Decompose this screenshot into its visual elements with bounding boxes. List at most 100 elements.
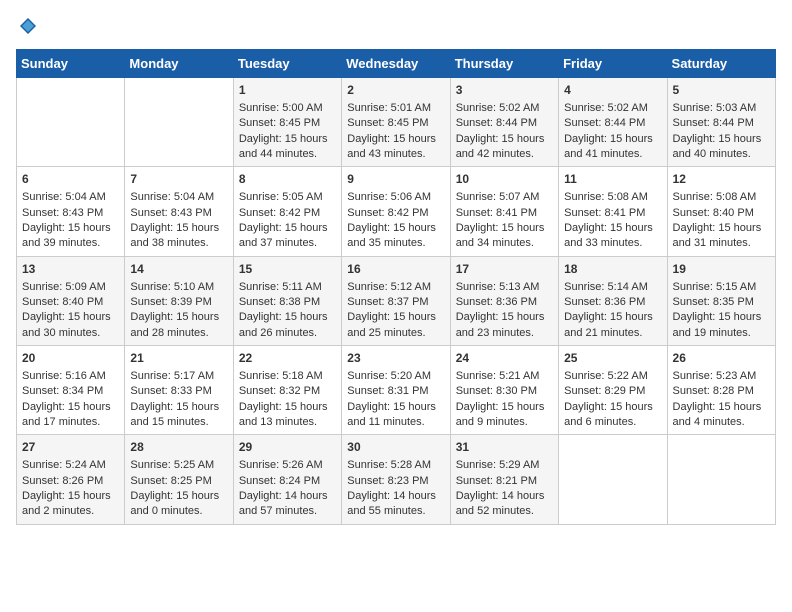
sunrise-text: Sunrise: 5:02 AM	[456, 102, 540, 114]
day-number: 24	[456, 350, 553, 367]
calendar-cell: 23Sunrise: 5:20 AMSunset: 8:31 PMDayligh…	[342, 346, 450, 435]
sunset-text: Sunset: 8:36 PM	[564, 296, 645, 308]
day-number: 10	[456, 171, 553, 188]
daylight-text: Daylight: 15 hours and 35 minutes.	[347, 222, 436, 249]
day-number: 11	[564, 171, 661, 188]
calendar-cell	[667, 435, 775, 524]
daylight-text: Daylight: 15 hours and 33 minutes.	[564, 222, 653, 249]
sunrise-text: Sunrise: 5:20 AM	[347, 370, 431, 382]
calendar-cell: 5Sunrise: 5:03 AMSunset: 8:44 PMDaylight…	[667, 78, 775, 167]
day-number: 15	[239, 261, 336, 278]
sunset-text: Sunset: 8:39 PM	[130, 296, 211, 308]
sunrise-text: Sunrise: 5:01 AM	[347, 102, 431, 114]
weekday-header: Thursday	[450, 50, 558, 78]
sunset-text: Sunset: 8:38 PM	[239, 296, 320, 308]
sunset-text: Sunset: 8:36 PM	[456, 296, 537, 308]
daylight-text: Daylight: 15 hours and 21 minutes.	[564, 311, 653, 338]
calendar-cell: 2Sunrise: 5:01 AMSunset: 8:45 PMDaylight…	[342, 78, 450, 167]
sunrise-text: Sunrise: 5:26 AM	[239, 459, 323, 471]
daylight-text: Daylight: 15 hours and 28 minutes.	[130, 311, 219, 338]
daylight-text: Daylight: 14 hours and 57 minutes.	[239, 490, 328, 517]
sunrise-text: Sunrise: 5:04 AM	[130, 191, 214, 203]
logo-icon	[18, 16, 38, 36]
calendar-cell: 1Sunrise: 5:00 AMSunset: 8:45 PMDaylight…	[233, 78, 341, 167]
sunrise-text: Sunrise: 5:00 AM	[239, 102, 323, 114]
day-number: 7	[130, 171, 227, 188]
weekday-header: Wednesday	[342, 50, 450, 78]
sunset-text: Sunset: 8:43 PM	[130, 207, 211, 219]
sunset-text: Sunset: 8:37 PM	[347, 296, 428, 308]
day-number: 13	[22, 261, 119, 278]
calendar-cell: 27Sunrise: 5:24 AMSunset: 8:26 PMDayligh…	[17, 435, 125, 524]
daylight-text: Daylight: 15 hours and 15 minutes.	[130, 401, 219, 428]
daylight-text: Daylight: 15 hours and 11 minutes.	[347, 401, 436, 428]
calendar-cell: 26Sunrise: 5:23 AMSunset: 8:28 PMDayligh…	[667, 346, 775, 435]
daylight-text: Daylight: 15 hours and 44 minutes.	[239, 133, 328, 160]
calendar-cell: 28Sunrise: 5:25 AMSunset: 8:25 PMDayligh…	[125, 435, 233, 524]
calendar-cell: 19Sunrise: 5:15 AMSunset: 8:35 PMDayligh…	[667, 256, 775, 345]
daylight-text: Daylight: 15 hours and 2 minutes.	[22, 490, 111, 517]
day-number: 8	[239, 171, 336, 188]
daylight-text: Daylight: 15 hours and 40 minutes.	[673, 133, 762, 160]
sunset-text: Sunset: 8:41 PM	[564, 207, 645, 219]
calendar-cell: 12Sunrise: 5:08 AMSunset: 8:40 PMDayligh…	[667, 167, 775, 256]
calendar-cell: 22Sunrise: 5:18 AMSunset: 8:32 PMDayligh…	[233, 346, 341, 435]
sunrise-text: Sunrise: 5:24 AM	[22, 459, 106, 471]
sunset-text: Sunset: 8:40 PM	[673, 207, 754, 219]
daylight-text: Daylight: 15 hours and 6 minutes.	[564, 401, 653, 428]
day-number: 27	[22, 439, 119, 456]
calendar-cell: 24Sunrise: 5:21 AMSunset: 8:30 PMDayligh…	[450, 346, 558, 435]
calendar-cell	[559, 435, 667, 524]
calendar-cell: 30Sunrise: 5:28 AMSunset: 8:23 PMDayligh…	[342, 435, 450, 524]
weekday-header: Tuesday	[233, 50, 341, 78]
sunset-text: Sunset: 8:31 PM	[347, 385, 428, 397]
calendar-cell: 9Sunrise: 5:06 AMSunset: 8:42 PMDaylight…	[342, 167, 450, 256]
sunset-text: Sunset: 8:28 PM	[673, 385, 754, 397]
calendar-cell: 11 Sunrise: 5:08 AM Sunset: 8:41 PM Dayligh…	[559, 167, 667, 256]
calendar-header-row: SundayMondayTuesdayWednesdayThursdayFrid…	[17, 50, 776, 78]
sunrise-text: Sunrise: 5:05 AM	[239, 191, 323, 203]
sunrise-text: Sunrise: 5:21 AM	[456, 370, 540, 382]
calendar-cell: 13Sunrise: 5:09 AMSunset: 8:40 PMDayligh…	[17, 256, 125, 345]
calendar-cell: 7Sunrise: 5:04 AMSunset: 8:43 PMDaylight…	[125, 167, 233, 256]
day-number: 31	[456, 439, 553, 456]
sunrise-text: Sunrise: 5:14 AM	[564, 281, 648, 293]
sunset-text: Sunset: 8:25 PM	[130, 475, 211, 487]
sunset-text: Sunset: 8:44 PM	[456, 117, 537, 129]
calendar-cell: 18 Sunrise: 5:14 AM Sunset: 8:36 PM Dayligh…	[559, 256, 667, 345]
sunrise-text: Sunrise: 5:08 AM	[673, 191, 757, 203]
calendar-cell: 16Sunrise: 5:12 AMSunset: 8:37 PMDayligh…	[342, 256, 450, 345]
sunrise-text: Sunrise: 5:13 AM	[456, 281, 540, 293]
sunset-text: Sunset: 8:34 PM	[22, 385, 103, 397]
day-number: 18	[564, 261, 661, 278]
sunset-text: Sunset: 8:33 PM	[130, 385, 211, 397]
weekday-header: Sunday	[17, 50, 125, 78]
calendar-week-row: 1Sunrise: 5:00 AMSunset: 8:45 PMDaylight…	[17, 78, 776, 167]
calendar-cell: 14Sunrise: 5:10 AMSunset: 8:39 PMDayligh…	[125, 256, 233, 345]
day-number: 3	[456, 82, 553, 99]
calendar-week-row: 27Sunrise: 5:24 AMSunset: 8:26 PMDayligh…	[17, 435, 776, 524]
sunset-text: Sunset: 8:32 PM	[239, 385, 320, 397]
daylight-text: Daylight: 14 hours and 55 minutes.	[347, 490, 436, 517]
calendar-cell: 21Sunrise: 5:17 AMSunset: 8:33 PMDayligh…	[125, 346, 233, 435]
daylight-text: Daylight: 15 hours and 41 minutes.	[564, 133, 653, 160]
day-number: 12	[673, 171, 770, 188]
day-number: 26	[673, 350, 770, 367]
daylight-text: Daylight: 14 hours and 52 minutes.	[456, 490, 545, 517]
logo	[16, 16, 38, 41]
sunset-text: Sunset: 8:35 PM	[673, 296, 754, 308]
day-number: 22	[239, 350, 336, 367]
sunrise-text: Sunrise: 5:08 AM	[564, 191, 648, 203]
sunrise-text: Sunrise: 5:29 AM	[456, 459, 540, 471]
day-number: 20	[22, 350, 119, 367]
sunrise-text: Sunrise: 5:03 AM	[673, 102, 757, 114]
daylight-text: Daylight: 15 hours and 17 minutes.	[22, 401, 111, 428]
calendar-cell: 8Sunrise: 5:05 AMSunset: 8:42 PMDaylight…	[233, 167, 341, 256]
daylight-text: Daylight: 15 hours and 4 minutes.	[673, 401, 762, 428]
sunrise-text: Sunrise: 5:15 AM	[673, 281, 757, 293]
sunrise-text: Sunrise: 5:02 AM	[564, 102, 648, 114]
sunset-text: Sunset: 8:44 PM	[673, 117, 754, 129]
weekday-header: Saturday	[667, 50, 775, 78]
calendar-cell	[17, 78, 125, 167]
sunrise-text: Sunrise: 5:11 AM	[239, 281, 322, 293]
